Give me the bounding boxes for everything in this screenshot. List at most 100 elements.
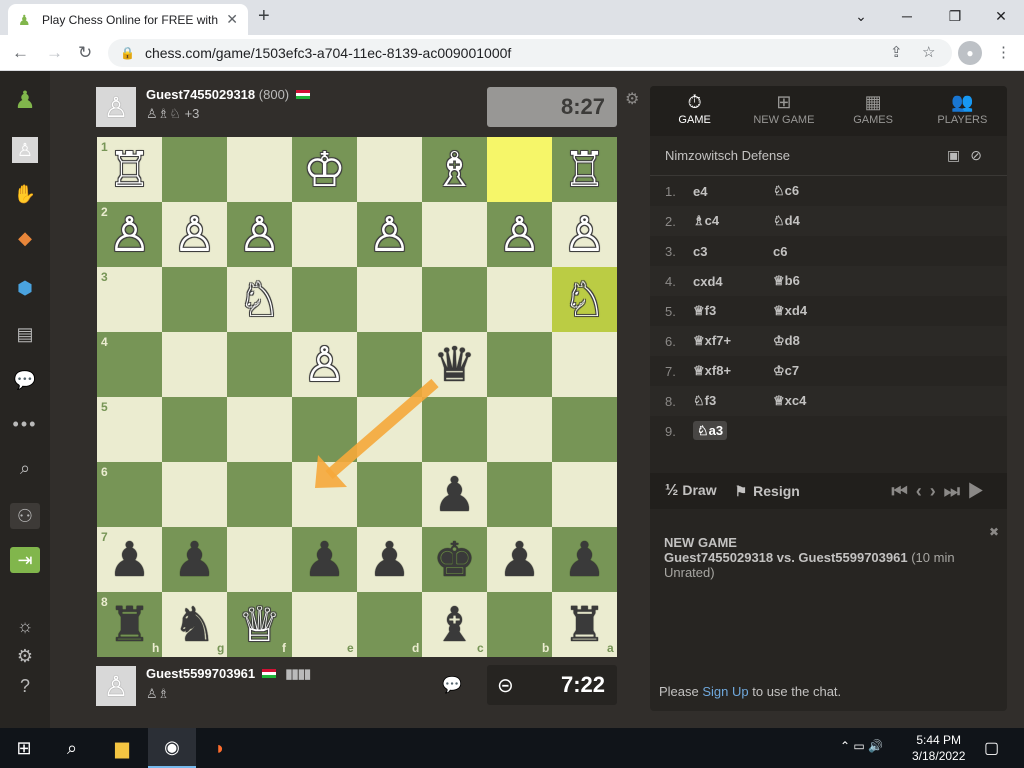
white-move-text: ♕xf8+ — [693, 363, 732, 378]
top-player-bar: ♙ Guest7455029318 (800) ♙♗♘ +3 — [96, 87, 310, 127]
learn-icon[interactable]: ◆ — [10, 225, 40, 251]
tab-new-game[interactable]: ⊞ NEW GAME — [739, 86, 828, 136]
clock-area[interactable]: 5:44 PM 3/18/2022 — [912, 732, 965, 764]
flag-icon — [261, 669, 276, 678]
tab-game[interactable]: ⏱ GAME — [650, 86, 739, 136]
tab-players-label: PLAYERS — [937, 114, 988, 126]
draw-button[interactable]: ½ Draw — [665, 482, 717, 500]
reload-icon[interactable]: ↻ — [78, 43, 92, 63]
chess-page: ♟ ♙ ✋ ◆ ⬢ ▤ 💬 ••• ⌕ ⚇ ⇥ ☼ ⚙ ? ♙ Guest745… — [0, 71, 1024, 728]
new-tab-button[interactable]: + — [258, 5, 270, 28]
white-move[interactable]: ♘a3 — [693, 421, 773, 440]
white-move-text: ♘f3 — [693, 393, 717, 408]
white-move[interactable]: ♕f3 — [693, 303, 773, 319]
black-move[interactable]: ♕xd4 — [773, 303, 853, 319]
url-field[interactable]: 🔒 chess.com/game/1503efc3-a704-11ec-8139… — [108, 39, 952, 67]
tray-icons[interactable]: ⌃ ▭ 🔊 — [840, 739, 883, 753]
file-explorer-icon[interactable]: ▆ — [98, 728, 146, 768]
white-move[interactable]: c3 — [693, 244, 773, 259]
white-move[interactable]: ♕xf8+ — [693, 363, 773, 379]
white-move-text: c3 — [693, 243, 708, 259]
bookmark-star-icon[interactable]: ☆ — [922, 43, 935, 61]
move-number: 1. — [665, 183, 676, 199]
windows-taskbar: ⊞ ⌕ ▆ ◉ ◗ ⌃ ▭ 🔊 5:44 PM 3/18/2022 ▢ — [0, 728, 1024, 768]
game-controls: ½ Draw ⚑ Resign ⏮‹›⏭▶ — [650, 473, 1007, 509]
move-number: 4. — [665, 273, 676, 289]
more-icon[interactable]: ••• — [10, 411, 40, 437]
help-icon[interactable]: ? — [10, 673, 40, 699]
black-move[interactable]: ♔c7 — [773, 363, 853, 379]
stopwatch-icon: ⏱ — [687, 92, 702, 112]
settings-gear-icon[interactable]: ⚙ — [10, 643, 40, 669]
move-number: 3. — [665, 243, 676, 259]
back-arrow-icon[interactable]: ← — [12, 43, 29, 63]
black-move[interactable]: ♘d4 — [773, 213, 853, 229]
white-move[interactable]: ♘f3 — [693, 393, 773, 409]
white-move-text: ♕xf7+ — [693, 333, 732, 348]
book-compass-icons[interactable]: ▣⊘ — [947, 147, 992, 164]
white-move-text: e4 — [693, 183, 708, 199]
windows-start-icon[interactable]: ⊞ — [0, 728, 48, 768]
tab-search-icon[interactable]: ⌄ — [838, 0, 884, 32]
move-list: 1. e4 ♘c6 2. ♗c4 ♘d4 3. c3 c6 4. cxd4 ♕b6 5. ♕f3 ♕xd4 6… — [650, 176, 1007, 446]
forward-arrow-icon[interactable]: → — [46, 43, 63, 63]
resign-button[interactable]: ⚑ Resign — [735, 483, 800, 500]
tab-new-game-label: NEW GAME — [753, 114, 815, 126]
add-friend-icon[interactable]: ⚇ — [10, 503, 40, 529]
search-icon[interactable]: ⌕ — [10, 455, 40, 481]
profile-avatar-icon[interactable]: ● — [958, 41, 982, 65]
move-arrow — [315, 378, 439, 488]
tab-close-icon[interactable]: ✕ — [226, 11, 238, 28]
move-navigation[interactable]: ⏮‹›⏭▶ — [892, 481, 992, 502]
theme-toggle-icon[interactable]: ☼ — [10, 613, 40, 639]
move-row: 7. ♕xf8+ ♔c7 — [650, 356, 1007, 386]
move-row: 1. e4 ♘c6 — [650, 176, 1007, 206]
chat-bubble-icon[interactable]: 💬 — [442, 675, 462, 695]
top-clock: 8:27 — [487, 87, 617, 127]
tab-players[interactable]: 👥 PLAYERS — [918, 86, 1007, 136]
white-move[interactable]: e4 — [693, 184, 773, 199]
bottom-player-bar: ♙ Guest5599703961 ▮▮▮▮ ♙♗ — [96, 666, 311, 706]
puzzles-icon[interactable]: ✋ — [10, 181, 40, 207]
notification-icon[interactable]: ▢ — [984, 738, 999, 758]
lessons-icon[interactable]: ⬢ — [10, 275, 40, 301]
menu-kebab-icon[interactable]: ⋮ — [996, 43, 1011, 61]
chat-close-icon[interactable]: ✖ — [989, 525, 999, 539]
bottom-player-name[interactable]: Guest5599703961 — [146, 666, 255, 681]
white-move[interactable]: ♕xf7+ — [693, 333, 773, 349]
black-move[interactable]: ♕b6 — [773, 273, 853, 289]
move-row: 2. ♗c4 ♘d4 — [650, 206, 1007, 236]
minimize-button[interactable]: ─ — [884, 0, 930, 32]
bottom-player-avatar[interactable]: ♙ — [96, 666, 136, 706]
sign-in-icon[interactable]: ⇥ — [10, 547, 40, 573]
close-window-button[interactable]: ✕ — [978, 0, 1024, 32]
top-player-avatar[interactable]: ♙ — [96, 87, 136, 127]
search-icon[interactable]: ⌕ — [48, 728, 96, 768]
chat-bubbles-icon[interactable]: 💬 — [10, 367, 40, 393]
bottom-clock-time: 7:22 — [560, 672, 605, 697]
app-icon[interactable]: ◗ — [196, 728, 244, 768]
chess-logo-icon[interactable]: ♟ — [10, 87, 40, 114]
black-move[interactable]: ♕xc4 — [773, 393, 853, 409]
share-icon[interactable]: ⇪ — [890, 43, 903, 61]
browser-tab[interactable]: ♟ Play Chess Online for FREE with Friend… — [8, 4, 248, 35]
black-move[interactable]: c6 — [773, 244, 853, 259]
move-row: 9. ♘a3 — [650, 416, 1007, 446]
white-move[interactable]: ♗c4 — [693, 213, 773, 229]
top-player-name[interactable]: Guest7455029318 — [146, 87, 255, 102]
tab-games[interactable]: ▦ GAMES — [829, 86, 918, 136]
game-panel: ⏱ GAME ⊞ NEW GAME ▦ GAMES 👥 PLAYERS Nimzowit… — [650, 86, 1007, 711]
opening-name[interactable]: Nimzowitsch Defense — [665, 148, 790, 163]
signup-link[interactable]: Sign Up — [702, 684, 748, 699]
flag-icon: ⚑ — [734, 482, 748, 499]
news-icon[interactable]: ▤ — [10, 321, 40, 347]
user-avatar-icon[interactable]: ♙ — [12, 137, 38, 163]
move-row: 8. ♘f3 ♕xc4 — [650, 386, 1007, 416]
white-move[interactable]: cxd4 — [693, 274, 773, 289]
board-settings-gear-icon[interactable]: ⚙ — [625, 89, 639, 109]
chrome-icon[interactable]: ◉ — [148, 728, 196, 768]
url-text: chess.com/game/1503efc3-a704-11ec-8139-a… — [144, 45, 512, 61]
black-move[interactable]: ♔d8 — [773, 333, 853, 349]
restore-button[interactable]: ❐ — [932, 0, 978, 32]
black-move[interactable]: ♘c6 — [773, 183, 853, 199]
